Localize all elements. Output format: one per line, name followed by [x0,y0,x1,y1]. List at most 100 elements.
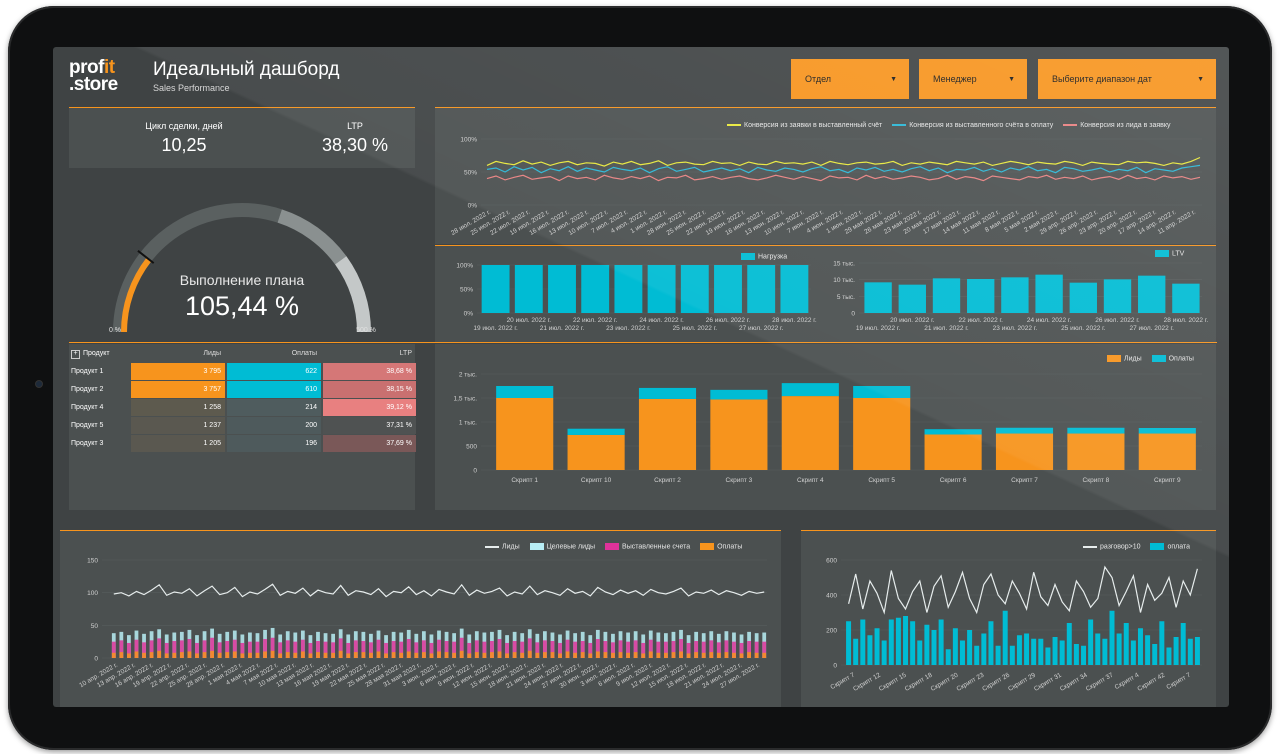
y-tick-label: 0 [473,468,477,475]
bar [567,434,625,470]
x-tick-label: 20 июл. 2022 г. [890,317,935,324]
daily-funnel-chart: 15010050010 апр. 2022 г.13 апр. 2022 г.1… [78,558,767,690]
header-payments[interactable]: Оплаты [227,345,321,362]
bar [595,651,600,658]
bar [633,652,638,658]
bar [1088,619,1094,665]
product-table: + Продукт Лиды Оплаты LTP Продукт 1 3 795… [69,345,416,453]
bar [924,624,930,665]
bar [353,652,358,658]
header-product[interactable]: + Продукт [69,345,129,362]
bar [967,279,995,313]
cell-product: Продукт 2 [71,386,104,393]
bar [520,652,525,658]
x-tick-label: 26 июл. 2022 г. [1095,317,1140,324]
date-range-filter-label: Выберите диапазон дат [1052,74,1152,84]
bar [558,653,562,658]
table-row[interactable]: Продукт 5 1 237 200 37,31 % [69,417,416,435]
bar [187,651,192,658]
chevron-down-icon: ▼ [1008,75,1015,83]
bar [932,278,961,313]
bar [1009,645,1015,665]
manager-filter-label: Менеджер [933,74,977,84]
x-tick-label: 24 июл. 2022 г. [1027,317,1072,324]
bar [535,652,540,658]
bar [739,653,744,658]
bar [1067,427,1125,434]
bar [945,649,951,665]
bar [895,617,901,665]
bar [481,265,510,313]
series-line [486,156,1201,167]
page-subtitle: Sales Performance [153,83,230,93]
header-leads[interactable]: Лиды [131,345,225,362]
bar [781,396,839,470]
department-filter[interactable]: Отдел ▼ [791,59,909,99]
bar [853,638,859,665]
bar [1073,644,1079,665]
bar [952,628,958,665]
bar [888,619,894,665]
gauge-min-label: 0 % [109,327,121,334]
bar [967,630,973,665]
cycle-value: 10,25 [161,135,207,155]
bar [881,640,887,665]
bar [1166,647,1172,665]
bar [618,652,623,658]
table-row[interactable]: Продукт 3 1 205 196 37,69 % [69,435,416,453]
bar [482,652,487,658]
date-range-filter[interactable]: Выберите диапазон дат ▼ [1038,59,1216,99]
expand-icon[interactable]: + [71,350,80,359]
bar [248,652,252,658]
bar [406,651,411,658]
bar [679,651,683,658]
x-tick-label: 28 июл. 2022 г. [772,317,817,324]
x-tick-label: Скрипт 20 [930,671,960,692]
bar [995,427,1054,434]
x-tick-label: Скрипт 23 [955,671,985,692]
bar [716,652,721,658]
bar [496,386,554,398]
page-title: Идеальный дашборд [153,59,340,80]
bar [270,650,275,658]
bar [846,621,852,665]
y-tick-label: 50% [464,170,477,177]
x-tick-label: Скрипт 9 [1154,477,1181,484]
x-tick-label: Скрипт 7 [1165,671,1192,691]
bar [452,652,457,658]
cell-leads: 3 795 [131,363,225,380]
table-row[interactable]: Продукт 2 3 757 610 38,15 % [69,381,416,399]
bar [903,616,909,665]
table-row[interactable]: Продукт 4 1 258 214 39,12 % [69,399,416,417]
x-tick-label: 26 июл. 2022 г. [706,317,751,324]
dashboard-screen: profit .store Идеальный дашборд Sales Pe… [53,47,1229,707]
bar [573,652,578,658]
cell-product: Продукт 3 [71,440,104,447]
bar [853,386,911,398]
y-tick-label: 50% [460,287,473,294]
bar [142,652,146,658]
bar [626,652,630,658]
x-tick-label: Скрипт 37 [1085,671,1115,692]
bar [656,652,661,658]
bar [331,652,336,658]
bar [316,652,320,658]
ltp-label: LTP [347,121,363,131]
cell-payments: 200 [227,417,321,434]
bar [548,265,576,313]
y-tick-label: 100% [460,137,477,144]
header-ltp[interactable]: LTP [323,345,416,362]
bar [550,652,555,658]
manager-filter[interactable]: Менеджер ▼ [919,59,1027,99]
y-tick-label: 0% [464,311,474,318]
cell-product: Продукт 1 [71,368,104,375]
bar [581,265,610,313]
bar [384,653,388,658]
table-row[interactable]: Продукт 1 3 795 622 38,68 % [69,363,416,381]
bar [542,652,547,658]
logo[interactable]: profit .store [69,58,118,94]
bar [565,651,570,658]
bar [938,619,944,665]
ltv-chart: 15 тыс. 10 тыс. 5 тыс. 019 июл. 2022 г.20 и… [833,261,1208,333]
gauge-label: Выполнение плана [180,272,305,288]
